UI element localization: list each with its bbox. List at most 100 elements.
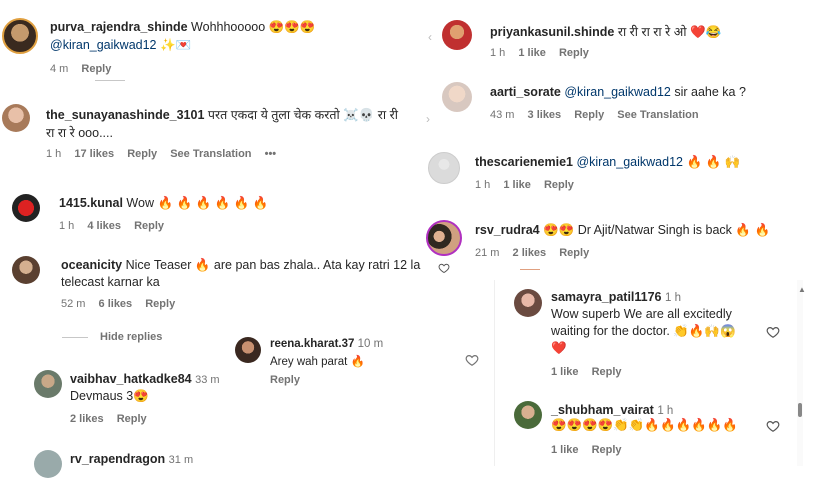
comment-text: रा रा रे ooo.... xyxy=(46,126,113,140)
avatar[interactable] xyxy=(235,337,261,363)
comment-text: waiting for the doctor. 👏🔥🙌😱 xyxy=(551,324,736,338)
heart-outline-icon[interactable] xyxy=(766,325,780,339)
comment-text: ✨💌 xyxy=(160,38,192,52)
reply-button[interactable]: Reply xyxy=(117,413,147,425)
timestamp: 1 h xyxy=(657,405,674,417)
reply-button[interactable]: Reply xyxy=(145,298,175,310)
avatar[interactable] xyxy=(2,104,30,132)
divider xyxy=(520,269,540,270)
avatar[interactable] xyxy=(442,20,472,50)
avatar[interactable] xyxy=(428,152,460,184)
comment: oceanicity Nice Teaser 🔥 are pan bas zha… xyxy=(61,258,420,273)
comment-meta: 2 likes Reply xyxy=(70,413,157,425)
username[interactable]: the_sunayanashinde_3101 xyxy=(46,108,204,122)
reply-button[interactable]: Reply xyxy=(574,109,604,121)
scrollbar-track xyxy=(797,280,803,466)
comment-text: रा री रा रा रे ओ ❤️😂 xyxy=(617,25,722,39)
likes-count[interactable]: 2 likes xyxy=(513,247,547,259)
likes-count[interactable]: 3 likes xyxy=(528,109,562,121)
avatar[interactable] xyxy=(12,194,40,222)
likes-count[interactable]: 1 like xyxy=(503,179,531,191)
username[interactable]: vaibhav_hatkadke84 xyxy=(70,372,192,386)
likes-count[interactable]: 4 likes xyxy=(87,220,121,232)
comment-line-2: @kiran_gaikwad12 ✨💌 xyxy=(50,38,191,53)
avatar[interactable] xyxy=(514,401,542,429)
timestamp: 43 m xyxy=(490,109,515,121)
reply-button[interactable]: Reply xyxy=(592,366,622,378)
ellipsis-fragment: ‹ xyxy=(428,30,432,44)
timestamp: 1 h xyxy=(46,148,62,160)
reply-button[interactable]: Reply xyxy=(134,220,164,232)
comment-text: Wow 🔥 🔥 🔥 🔥 🔥 🔥 xyxy=(126,196,269,210)
comment-meta: 52 m 6 likes Reply xyxy=(61,298,185,310)
avatar[interactable] xyxy=(12,256,40,284)
reply-button[interactable]: Reply xyxy=(559,47,589,59)
comment-text: Devmaus 3😍 xyxy=(70,389,149,403)
timestamp: 21 m xyxy=(475,247,500,259)
heart-outline-icon[interactable] xyxy=(766,419,780,433)
likes-count[interactable]: 1 like xyxy=(518,47,546,59)
comment-text: Wow superb We are all excitedly xyxy=(551,307,732,321)
heart-outline-icon[interactable] xyxy=(465,353,479,367)
see-translation-button[interactable]: See Translation xyxy=(617,109,698,121)
comment: priyankasunil.shinde रा री रा रा रे ओ ❤️… xyxy=(490,23,721,40)
username[interactable]: oceanicity xyxy=(61,258,122,272)
likes-count[interactable]: 17 likes xyxy=(74,148,114,160)
comment: the_sunayanashinde_3101 परत एकदा ये तुला… xyxy=(46,106,398,123)
username[interactable]: rv_rapendragon xyxy=(70,452,165,466)
reply-button[interactable]: Reply xyxy=(81,63,111,75)
avatar[interactable] xyxy=(514,289,542,317)
see-translation-button[interactable]: See Translation xyxy=(170,148,251,160)
reply-button[interactable]: Reply xyxy=(544,179,574,191)
comment-meta: 1 h 4 likes Reply xyxy=(59,220,174,232)
username[interactable]: priyankasunil.shinde xyxy=(490,25,614,39)
comment: aarti_sorate @kiran_gaikwad12 sir aahe k… xyxy=(490,85,746,99)
mention-link[interactable]: @kiran_gaikwad12 xyxy=(564,85,671,99)
mention-link[interactable]: @kiran_gaikwad12 xyxy=(50,38,157,52)
username[interactable]: purva_rajendra_shinde xyxy=(50,20,188,34)
reply-button[interactable]: Reply xyxy=(127,148,157,160)
username[interactable]: samayra_patil1176 xyxy=(551,290,662,304)
reply-button[interactable]: Reply xyxy=(559,247,589,259)
username[interactable]: rsv_rudra4 xyxy=(475,223,540,237)
divider xyxy=(62,337,88,338)
comment: rv_rapendragon 31 m xyxy=(70,452,193,466)
more-options-icon[interactable]: ••• xyxy=(265,148,277,160)
avatar[interactable] xyxy=(34,450,62,478)
comment-text: 😍😍😍😍👏👏🔥🔥🔥🔥🔥🔥 xyxy=(551,418,738,432)
timestamp: 1 h xyxy=(475,179,491,191)
heart-outline-icon[interactable] xyxy=(438,262,450,274)
username[interactable]: aarti_sorate xyxy=(490,85,561,99)
username[interactable]: reena.kharat.37 xyxy=(270,338,354,350)
comment-text: ❤️ xyxy=(551,341,567,355)
comment-text: Arey wah parat 🔥 xyxy=(270,356,365,368)
username[interactable]: _shubham_vairat xyxy=(551,403,654,417)
avatar[interactable] xyxy=(2,18,38,54)
comment: 1415.kunal Wow 🔥 🔥 🔥 🔥 🔥 🔥 xyxy=(59,196,268,211)
likes-count[interactable]: 1 like xyxy=(551,444,579,456)
comment-text: telecast karnar ka xyxy=(61,275,160,289)
username[interactable]: thescarienemie1 xyxy=(475,155,573,169)
likes-count[interactable]: 1 like xyxy=(551,366,579,378)
timestamp: 1 h xyxy=(490,47,506,59)
reply-button[interactable]: Reply xyxy=(592,444,622,456)
comment-text: Nice Teaser 🔥 are pan bas zhala.. Ata ka… xyxy=(125,258,421,272)
likes-count[interactable]: 2 likes xyxy=(70,413,104,425)
scroll-up-icon[interactable]: ▲ xyxy=(798,285,806,294)
mention-link[interactable]: @kiran_gaikwad12 xyxy=(576,155,683,169)
avatar[interactable] xyxy=(426,220,462,256)
likes-count[interactable]: 6 likes xyxy=(99,298,133,310)
hide-replies-button[interactable]: Hide replies xyxy=(100,331,162,343)
timestamp: 31 m xyxy=(168,454,194,466)
comment-text: 😍😍 Dr Ajit/Natwar Singh is back 🔥 🔥 xyxy=(543,223,771,237)
avatar[interactable] xyxy=(442,82,472,112)
comment-meta: 43 m 3 likes Reply See Translation xyxy=(490,109,709,121)
comment-meta: 1 h 1 like Reply xyxy=(475,179,584,191)
comment-meta: 1 h 17 likes Reply See Translation ••• xyxy=(46,148,286,160)
scrollbar-thumb[interactable] xyxy=(798,403,802,417)
comment: rsv_rudra4 😍😍 Dr Ajit/Natwar Singh is ba… xyxy=(475,223,770,238)
timestamp: 33 m xyxy=(195,374,220,386)
username[interactable]: 1415.kunal xyxy=(59,196,123,210)
reply-button[interactable]: Reply xyxy=(270,374,300,386)
avatar[interactable] xyxy=(34,370,62,398)
